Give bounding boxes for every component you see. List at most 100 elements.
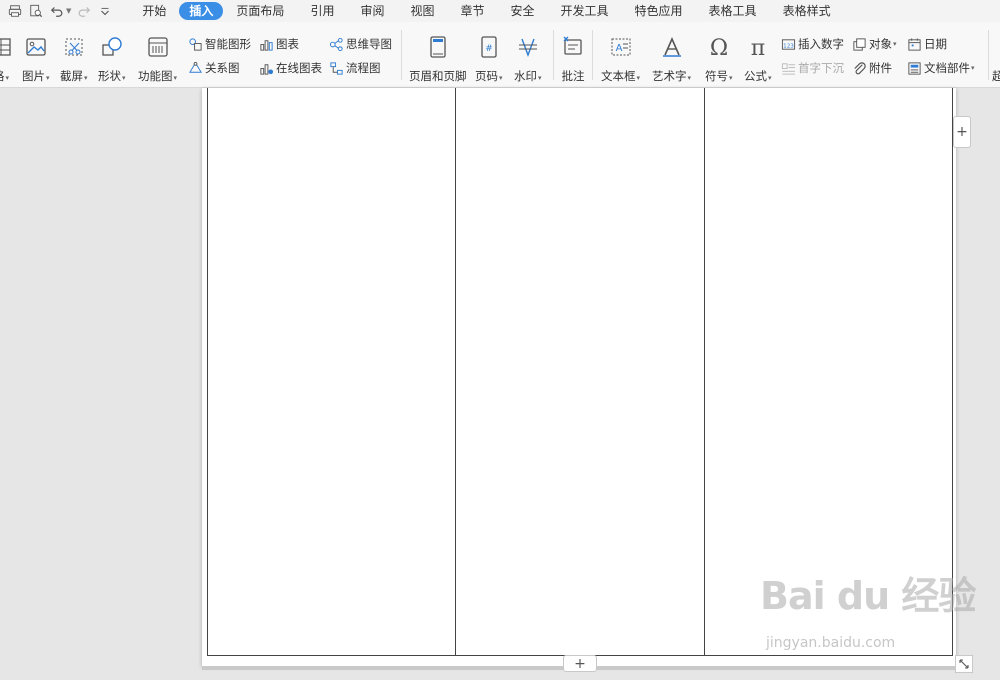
tab-table-style[interactable]: 表格样式 xyxy=(770,2,844,20)
print-button[interactable] xyxy=(6,2,24,20)
add-row-button[interactable]: + xyxy=(563,655,597,672)
tab-home[interactable]: 开始 xyxy=(129,2,179,20)
ribbon-separator xyxy=(988,30,989,80)
tab-references[interactable]: 引用 xyxy=(297,2,347,20)
chart-label: 图表 xyxy=(276,37,299,51)
tab-insert[interactable]: 插入 xyxy=(179,2,224,20)
chevron-down-icon: ▾ xyxy=(893,40,897,48)
table-button[interactable]: 格▾ xyxy=(0,34,14,84)
attachment-button[interactable]: 附件 xyxy=(852,59,892,77)
insert-number-button[interactable]: 123 插入数字 xyxy=(781,35,844,53)
relation-chart-label: 关系图 xyxy=(205,61,240,75)
calendar-icon xyxy=(908,37,921,51)
smart-art-icon xyxy=(189,37,202,51)
flowchart-button[interactable]: 流程图 xyxy=(329,59,381,77)
doc-parts-icon xyxy=(908,61,921,75)
tab-special-apps[interactable]: 特色应用 xyxy=(622,2,696,20)
online-chart-button[interactable]: 在线图表 xyxy=(259,59,322,77)
relation-chart-icon xyxy=(189,61,202,73)
paperclip-icon xyxy=(854,61,866,74)
object-icon xyxy=(853,37,866,51)
table-column[interactable] xyxy=(456,88,705,655)
page-number-icon: # xyxy=(481,36,497,58)
tab-section[interactable]: 章节 xyxy=(447,2,497,20)
chevron-down-icon: ▾ xyxy=(538,74,542,82)
formula-label: 公式 xyxy=(744,69,767,83)
tab-page-layout[interactable]: 页面布局 xyxy=(223,2,297,20)
function-chart-button[interactable]: 功能图▾ xyxy=(138,34,177,84)
menu-bar: ▼ 开始 插入 页面布局 引用 审阅 视图 章节 安全 开发工具 特色应用 表格… xyxy=(0,0,1000,22)
svg-text:123: 123 xyxy=(783,43,794,49)
picture-button[interactable]: 图片▾ xyxy=(22,34,50,84)
drop-cap-label: 首字下沉 xyxy=(798,61,844,75)
add-column-button[interactable]: + xyxy=(953,116,971,148)
shape-icon xyxy=(102,37,122,56)
hyperlink-label: 超 xyxy=(992,69,1000,83)
shape-button[interactable]: 形状▾ xyxy=(98,34,126,84)
formula-button[interactable]: π 公式▾ xyxy=(744,34,772,84)
screenshot-button[interactable]: 截屏▾ xyxy=(60,34,88,84)
bar-chart-icon xyxy=(260,39,273,51)
table-column[interactable] xyxy=(208,88,457,655)
tab-security[interactable]: 安全 xyxy=(498,2,548,20)
word-art-button[interactable]: 艺术字▾ xyxy=(652,34,691,84)
chevron-down-icon: ▾ xyxy=(46,74,50,82)
watermark-url: jingyan.baidu.com xyxy=(766,635,896,651)
symbol-button[interactable]: Ω 符号▾ xyxy=(705,34,733,84)
undo-button[interactable] xyxy=(48,2,66,20)
insert-number-label: 插入数字 xyxy=(798,37,844,51)
comment-label: 批注 xyxy=(561,69,585,83)
chevron-down-icon: ▾ xyxy=(5,74,9,82)
customize-toolbar-button[interactable] xyxy=(96,2,114,20)
ribbon-separator xyxy=(553,30,554,80)
function-chart-icon xyxy=(147,37,168,57)
printer-icon xyxy=(8,5,22,17)
word-art-icon xyxy=(662,37,681,57)
watermark-button[interactable]: 水印▾ xyxy=(514,34,542,84)
redo-icon xyxy=(79,7,91,17)
ribbon-separator xyxy=(592,30,593,80)
text-box-button[interactable]: A 文本框▾ xyxy=(601,34,640,84)
doc-parts-button[interactable]: 文档部件 ▾ xyxy=(907,59,975,77)
flowchart-label: 流程图 xyxy=(346,61,381,75)
comment-icon xyxy=(563,36,582,55)
redo-button[interactable] xyxy=(75,2,93,20)
ribbon-tabs: 开始 插入 页面布局 引用 审阅 视图 章节 安全 开发工具 特色应用 表格工具… xyxy=(129,0,843,22)
comment-button[interactable]: 批注 xyxy=(560,34,586,84)
page-number-button[interactable]: # 页码▾ xyxy=(475,34,503,84)
header-footer-label: 页眉和页脚 xyxy=(409,69,467,83)
mind-map-button[interactable]: 思维导图 xyxy=(329,35,392,53)
text-box-label: 文本框 xyxy=(601,69,636,83)
watermark-label: 水印 xyxy=(514,69,537,83)
svg-text:Ω: Ω xyxy=(710,36,728,59)
relation-chart-button[interactable]: 关系图 xyxy=(188,59,240,77)
tab-table-tools[interactable]: 表格工具 xyxy=(696,2,770,20)
picture-icon xyxy=(26,38,46,56)
smart-art-button[interactable]: 智能图形 xyxy=(188,35,251,53)
chart-button[interactable]: 图表 xyxy=(259,35,299,53)
mind-map-icon xyxy=(329,37,343,51)
watermark-icon xyxy=(518,38,537,57)
picture-label: 图片 xyxy=(22,69,45,83)
header-footer-icon xyxy=(430,36,446,58)
header-footer-button[interactable]: 页眉和页脚 xyxy=(409,34,467,84)
drop-cap-button[interactable]: 首字下沉 xyxy=(781,59,844,77)
chevron-down-icon: ▾ xyxy=(173,74,178,82)
chevron-down-icon: ▾ xyxy=(122,74,126,82)
tab-developer[interactable]: 开发工具 xyxy=(548,2,622,20)
insert-ribbon: 格▾ 图片▾ 截屏▾ 形状▾ 功能图▾ 智能图形 图表 思维导图 关系图 在线图… xyxy=(0,22,1000,88)
object-label: 对象 xyxy=(869,37,892,51)
tab-view[interactable]: 视图 xyxy=(397,2,447,20)
watermark-logo: Bai du 经验 xyxy=(760,574,976,618)
chevron-down-icon: ▾ xyxy=(971,64,975,72)
print-preview-button[interactable] xyxy=(27,2,45,20)
mind-map-label: 思维导图 xyxy=(346,37,392,51)
object-button[interactable]: 对象 ▾ xyxy=(852,35,897,53)
shape-label: 形状 xyxy=(98,69,121,83)
date-label: 日期 xyxy=(924,37,947,51)
tab-review[interactable]: 审阅 xyxy=(347,2,397,20)
hyperlink-button[interactable]: 超 xyxy=(992,34,1000,84)
undo-dropdown-icon[interactable]: ▼ xyxy=(66,7,71,15)
baidu-jingyan-watermark: Bai du 经验 jingyan.baidu.com xyxy=(760,565,992,665)
date-button[interactable]: 日期 xyxy=(907,35,947,53)
